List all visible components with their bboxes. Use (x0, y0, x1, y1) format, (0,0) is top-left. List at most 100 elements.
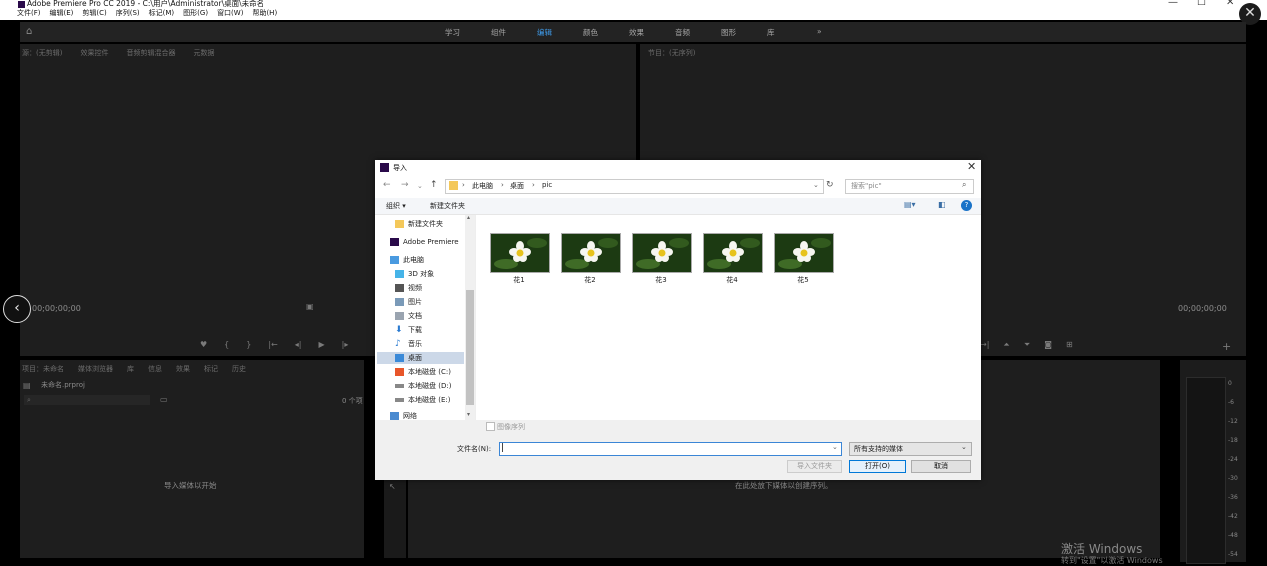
breadcrumb-desktop[interactable]: 桌面 (510, 181, 524, 191)
sidebar-item-disk-d[interactable]: 本地磁盘 (D:) (395, 380, 451, 392)
program-timecode[interactable]: 00;00;00;00 (1178, 304, 1227, 313)
extract-icon[interactable]: ⏷ (1024, 340, 1030, 350)
source-timecode[interactable]: 00;00;00;00 (32, 304, 81, 313)
view-options-icon[interactable]: ▤▾ (904, 200, 916, 209)
tab-markers[interactable]: 标记 (204, 364, 218, 374)
workspace-tab-libraries[interactable]: 库 (767, 27, 775, 38)
sidebar-scrollbar[interactable]: ▴ ▾ (465, 214, 475, 420)
menu-sequence[interactable]: 序列(S) (116, 8, 140, 20)
filename-input[interactable]: | ⌄ (499, 442, 842, 456)
sidebar-item-adobe-premiere[interactable]: Adobe Premiere (390, 236, 459, 248)
back-arrow-icon[interactable]: ← (383, 180, 391, 190)
sidebar-item-documents[interactable]: 文档 (395, 310, 422, 322)
menu-edit[interactable]: 编辑(E) (50, 8, 74, 20)
tab-history[interactable]: 历史 (232, 364, 246, 374)
menu-help[interactable]: 帮助(H) (252, 8, 277, 20)
new-folder-button[interactable]: 新建文件夹 (430, 201, 465, 211)
maximize-button[interactable]: ☐ (1197, 0, 1206, 8)
workspace-tab-audio[interactable]: 音频 (675, 27, 690, 38)
sidebar-item-downloads[interactable]: ⬇ 下载 (395, 324, 422, 336)
go-to-in-icon[interactable]: |← (268, 340, 277, 349)
file-thumbnail[interactable] (774, 233, 834, 273)
tab-metadata[interactable]: 元数据 (193, 48, 214, 58)
help-icon[interactable]: ? (961, 200, 972, 211)
sidebar-item-disk-e[interactable]: 本地磁盘 (E:) (395, 394, 450, 406)
home-icon[interactable]: ⌂ (26, 26, 32, 37)
file-name[interactable]: 花2 (561, 275, 619, 285)
address-bar[interactable]: › 此电脑 › 桌面 › pic ⌄ (445, 179, 824, 194)
menu-file[interactable]: 文件(F) (17, 8, 41, 20)
menu-window[interactable]: 窗口(W) (217, 8, 243, 20)
marker-icon[interactable]: ♥ (200, 340, 207, 349)
breadcrumb-this-pc[interactable]: 此电脑 (472, 181, 493, 191)
open-button[interactable]: 打开(O) (849, 460, 906, 473)
button-editor-icon[interactable]: ⊞ (1066, 340, 1073, 350)
preview-pane-icon[interactable]: ◧ (938, 200, 946, 209)
add-button-icon[interactable]: + (1222, 340, 1231, 353)
sidebar-item-pictures[interactable]: 图片 (395, 296, 422, 308)
go-to-out-icon[interactable]: →| (980, 340, 989, 350)
lift-icon[interactable]: ⏶ (1003, 340, 1009, 350)
tab-libraries[interactable]: 库 (127, 364, 134, 374)
recent-dropdown-icon[interactable]: ⌄ (417, 182, 423, 190)
filetype-select[interactable]: 所有支持的媒体 ⌄ (849, 442, 972, 456)
tab-effect-controls[interactable]: 效果控件 (80, 48, 108, 58)
sidebar-item-3d-objects[interactable]: 3D 对象 (395, 268, 434, 280)
workspace-tab-learn[interactable]: 学习 (445, 27, 460, 38)
workspace-tab-editing[interactable]: 编辑 (537, 27, 552, 38)
tab-source[interactable]: 源：(无剪辑) (22, 48, 62, 58)
close-button[interactable]: ✕ (1226, 0, 1234, 8)
workspace-overflow-button[interactable]: » (817, 27, 822, 36)
file-name[interactable]: 花1 (490, 275, 548, 285)
sidebar-item-videos[interactable]: 视频 (395, 282, 422, 294)
workspace-tab-assembly[interactable]: 组件 (491, 27, 506, 38)
chevron-down-icon[interactable]: ⌄ (813, 181, 819, 189)
step-back-icon[interactable]: ◂| (295, 340, 302, 349)
settings-icon[interactable]: ▣ (306, 302, 314, 311)
file-name[interactable]: 花4 (703, 275, 761, 285)
play-icon[interactable]: ▶ (318, 340, 324, 349)
search-input[interactable]: 搜索"pic" ⌕ (845, 179, 974, 194)
previous-arrow-icon[interactable]: ‹ (3, 295, 31, 323)
scroll-up-icon[interactable]: ▴ (467, 214, 470, 221)
project-search-input[interactable]: ⌕ (24, 395, 150, 405)
workspace-tab-graphics[interactable]: 图形 (721, 27, 736, 38)
menu-graphics[interactable]: 图形(G) (183, 8, 208, 20)
file-thumbnail[interactable] (632, 233, 692, 273)
file-thumbnail[interactable] (490, 233, 550, 273)
forward-arrow-icon[interactable]: → (401, 180, 409, 190)
scroll-down-icon[interactable]: ▾ (467, 411, 470, 418)
file-thumbnail[interactable] (703, 233, 763, 273)
refresh-icon[interactable]: ↻ (826, 180, 834, 190)
mark-in-icon[interactable]: { (224, 340, 229, 349)
sidebar-item-desktop[interactable]: 桌面 (377, 352, 464, 364)
import-media-hint[interactable]: 导入媒体以开始 (164, 480, 217, 491)
tab-project[interactable]: 项目：未命名 (22, 364, 64, 374)
sidebar-item-disk-c[interactable]: 本地磁盘 (C:) (395, 366, 451, 378)
cancel-button[interactable]: 取消 (911, 460, 971, 473)
menu-markers[interactable]: 标记(M) (149, 8, 175, 20)
organize-button[interactable]: 组织 ▾ (386, 201, 406, 211)
sidebar-item-this-pc[interactable]: 此电脑 (390, 254, 424, 266)
tab-media-browser[interactable]: 媒体浏览器 (78, 364, 113, 374)
sidebar-item-new-folder[interactable]: 新建文件夹 (395, 218, 443, 230)
tab-program[interactable]: 节目：(无序列) (648, 48, 695, 58)
breadcrumb-pic[interactable]: pic (542, 181, 552, 189)
file-thumbnail[interactable] (561, 233, 621, 273)
image-sequence-checkbox[interactable] (486, 422, 495, 431)
menu-clip[interactable]: 剪辑(C) (82, 8, 106, 20)
tab-info[interactable]: 信息 (148, 364, 162, 374)
camera-icon[interactable]: ◙ (1044, 340, 1052, 350)
chevron-down-icon[interactable]: ⌄ (832, 443, 838, 451)
step-forward-icon[interactable]: |▸ (342, 340, 349, 349)
file-name[interactable]: 花3 (632, 275, 690, 285)
scrollbar-thumb[interactable] (466, 290, 474, 405)
mark-out-icon[interactable]: } (246, 340, 251, 349)
up-arrow-icon[interactable]: ↑ (430, 180, 438, 190)
file-name[interactable]: 花5 (774, 275, 832, 285)
workspace-tab-effects[interactable]: 效果 (629, 27, 644, 38)
minimize-button[interactable]: — (1168, 0, 1178, 8)
sidebar-item-music[interactable]: ♪ 音乐 (395, 338, 422, 350)
import-folder-button[interactable]: 导入文件夹 (787, 460, 842, 473)
new-bin-icon[interactable]: ▭ (160, 395, 168, 404)
